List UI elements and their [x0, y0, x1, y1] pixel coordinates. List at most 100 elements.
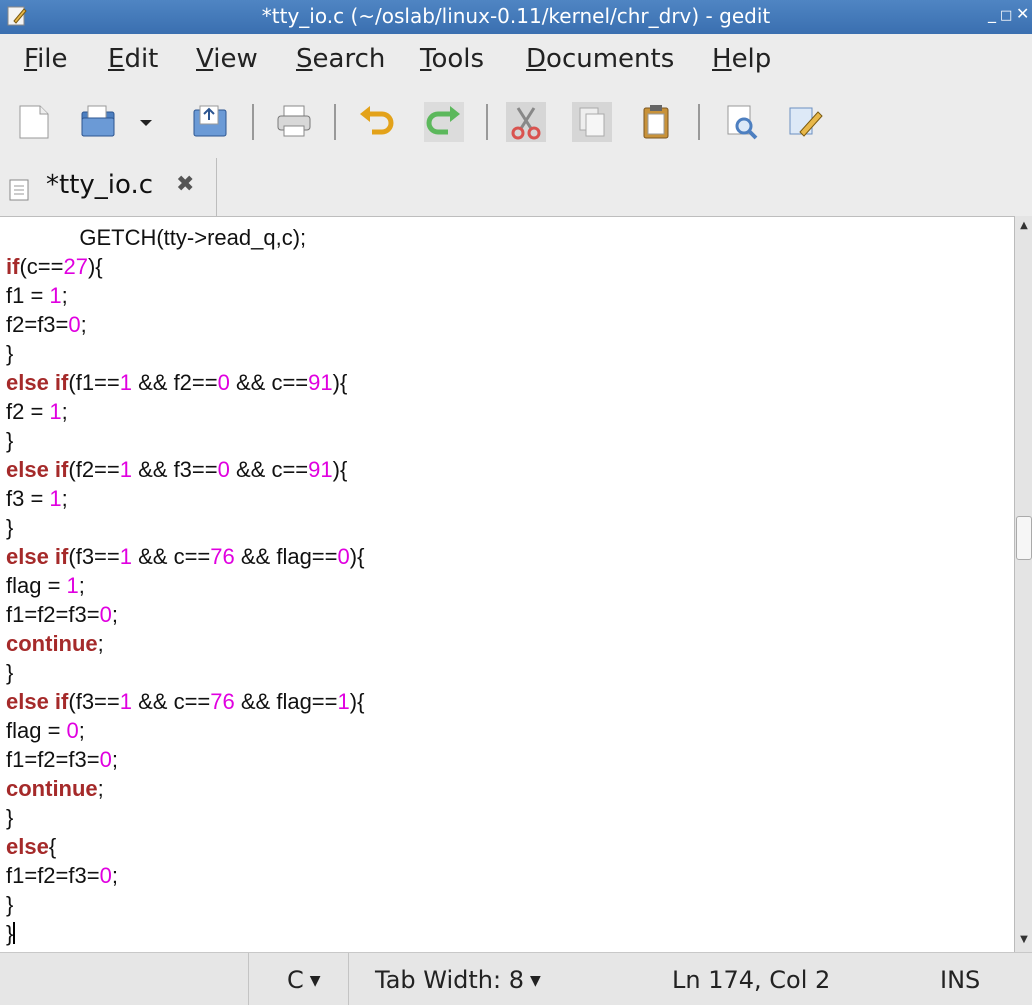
new-document-icon[interactable]	[14, 102, 54, 142]
undo-icon[interactable]	[356, 102, 396, 142]
code-line: continue;	[6, 629, 364, 658]
code-line: else{	[6, 832, 364, 861]
code-number: 0	[68, 312, 81, 337]
code-text: ;	[111, 863, 118, 888]
code-text: }	[6, 428, 14, 453]
scrollbar-thumb[interactable]	[1016, 516, 1032, 560]
menu-help[interactable]: Help	[712, 44, 771, 74]
save-icon[interactable]	[190, 102, 230, 142]
code-text: && f2==	[132, 370, 218, 395]
menu-search[interactable]: Search	[296, 44, 385, 74]
code-number: 1	[337, 689, 350, 714]
code-text: {	[48, 834, 57, 859]
close-window-button[interactable]: ✕	[1016, 4, 1029, 23]
scroll-down-icon[interactable]: ▼	[1018, 934, 1030, 948]
code-text: flag =	[6, 718, 67, 743]
code-text: }	[6, 921, 14, 946]
code-number: 0	[217, 370, 230, 395]
menu-file[interactable]: File	[24, 44, 68, 74]
open-icon[interactable]	[78, 102, 118, 142]
replace-icon[interactable]	[786, 102, 826, 142]
code-text: && f3==	[132, 457, 218, 482]
status-bar: C ▼ Tab Width: 8 ▼ Ln 174, Col 2 INS	[0, 952, 1032, 1005]
code-line: flag = 1;	[6, 571, 364, 600]
code-line: }	[6, 513, 364, 542]
menu-tools[interactable]: Tools	[420, 44, 484, 74]
text-editor[interactable]: GETCH(tty->read_q,c); if(c==27){f1 = 1; f2…	[0, 216, 1014, 953]
language-selector[interactable]: C ▼	[248, 953, 349, 1005]
code-line: }	[6, 339, 364, 368]
cut-icon[interactable]	[506, 102, 546, 142]
code-number: 1	[49, 486, 62, 511]
tab-tty-io-c[interactable]: *tty_io.c ✖	[0, 158, 217, 216]
tab-width-selector[interactable]: Tab Width: 8 ▼	[348, 953, 593, 1005]
menu-view[interactable]: View	[196, 44, 258, 74]
code-line: if(c==27){	[6, 252, 364, 281]
code-text: ;	[97, 776, 104, 801]
insert-mode: INS	[940, 966, 981, 994]
open-dropdown-icon[interactable]	[134, 102, 158, 142]
title-bar: *tty_io.c (~/oslab/linux-0.11/kernel/chr…	[0, 0, 1032, 34]
code-line: }	[6, 890, 364, 919]
code-number: 76	[210, 689, 235, 714]
code-view[interactable]: GETCH(tty->read_q,c); if(c==27){f1 = 1; f2…	[6, 223, 364, 948]
close-tab-icon[interactable]: ✖	[176, 172, 194, 197]
vertical-scrollbar[interactable]: ▲ ▼	[1014, 216, 1032, 952]
tab-label: *tty_io.c	[46, 170, 154, 200]
code-text: (f3==	[68, 544, 120, 569]
code-number: 76	[210, 544, 235, 569]
code-text: && c==	[229, 370, 309, 395]
code-line: else if(f3==1 && c==76 && flag==1){	[6, 687, 364, 716]
paste-icon[interactable]	[636, 102, 676, 142]
code-line: f2=f3=0;	[6, 310, 364, 339]
code-line: f2 = 1;	[6, 397, 364, 426]
code-number: 1	[49, 283, 62, 308]
toolbar-separator	[486, 104, 488, 140]
code-line: }	[6, 658, 364, 687]
minimize-button[interactable]: _	[988, 4, 996, 23]
code-text: }	[6, 660, 14, 685]
code-text: ;	[111, 747, 118, 772]
code-text: }	[6, 341, 14, 366]
code-text: f1=f2=f3=	[6, 863, 100, 888]
code-line: flag = 0;	[6, 716, 364, 745]
code-text: f2=f3=	[6, 312, 69, 337]
code-text: && c==	[132, 544, 211, 569]
code-line: f3 = 1;	[6, 484, 364, 513]
code-line: GETCH(tty->read_q,c);	[6, 223, 364, 252]
code-text: ;	[80, 312, 87, 337]
code-text: flag =	[6, 573, 67, 598]
menu-edit[interactable]: Edit	[108, 44, 158, 74]
text-cursor	[13, 922, 16, 944]
redo-icon[interactable]	[424, 102, 464, 142]
code-number: 1	[119, 370, 132, 395]
find-icon[interactable]	[722, 102, 762, 142]
code-line: f1=f2=f3=0;	[6, 861, 364, 890]
language-label: C	[287, 966, 304, 994]
scroll-up-icon[interactable]: ▲	[1018, 220, 1030, 234]
code-text: f1 =	[6, 283, 50, 308]
code-keyword: continue	[6, 631, 98, 656]
print-icon[interactable]	[274, 102, 314, 142]
code-keyword: else if	[6, 370, 69, 395]
code-number: 1	[66, 573, 79, 598]
code-line: }	[6, 426, 364, 455]
copy-icon[interactable]	[572, 102, 612, 142]
code-line: f1=f2=f3=0;	[6, 600, 364, 629]
code-keyword: else if	[6, 544, 69, 569]
code-text: ;	[78, 573, 85, 598]
code-text: (c==	[19, 254, 64, 279]
code-text: f1=f2=f3=	[6, 602, 100, 627]
window-title: *tty_io.c (~/oslab/linux-0.11/kernel/chr…	[261, 4, 771, 28]
code-number: 1	[49, 399, 62, 424]
code-keyword: continue	[6, 776, 98, 801]
code-text: (f3==	[68, 689, 120, 714]
menu-documents[interactable]: Documents	[526, 44, 674, 74]
toolbar-separator	[698, 104, 700, 140]
code-number: 1	[119, 544, 132, 569]
code-text: && flag==	[234, 544, 338, 569]
code-text: && c==	[229, 457, 309, 482]
code-text: ){	[87, 254, 103, 279]
code-text: ;	[78, 718, 85, 743]
maximize-button[interactable]: □	[1000, 8, 1012, 23]
